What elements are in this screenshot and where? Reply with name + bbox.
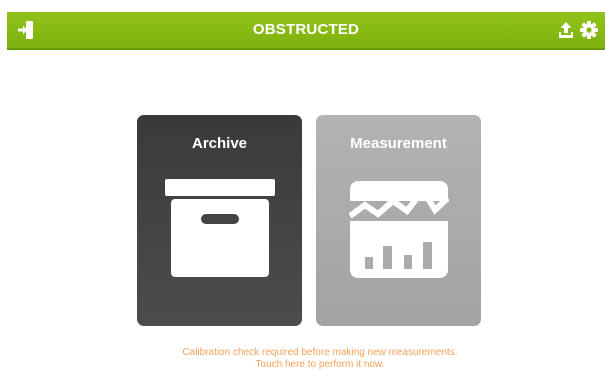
home-screen: OBSTRUCTED Archive Measurement Calibrati… [0, 0, 605, 370]
gear-icon [579, 20, 599, 40]
exit-button[interactable] [16, 20, 36, 40]
archive-box-icon [165, 179, 275, 284]
upload-icon [556, 20, 576, 40]
top-bar: OBSTRUCTED [7, 12, 605, 50]
settings-button[interactable] [579, 20, 599, 40]
measurement-chart-icon [348, 180, 451, 285]
archive-tile[interactable]: Archive [137, 115, 302, 326]
exit-door-icon [16, 20, 36, 40]
measurement-tile-label: Measurement [350, 135, 447, 152]
calibration-notice-line2: Touch here to perform it now. [255, 359, 385, 370]
archive-tile-label: Archive [191, 135, 248, 152]
measurement-tile[interactable]: Measurement [316, 115, 481, 326]
upload-button[interactable] [556, 20, 576, 40]
app-title: OBSTRUCTED [252, 21, 360, 38]
calibration-notice[interactable]: Calibration check required before making… [100, 347, 540, 370]
calibration-notice-line1: Calibration check required before making… [182, 347, 458, 358]
